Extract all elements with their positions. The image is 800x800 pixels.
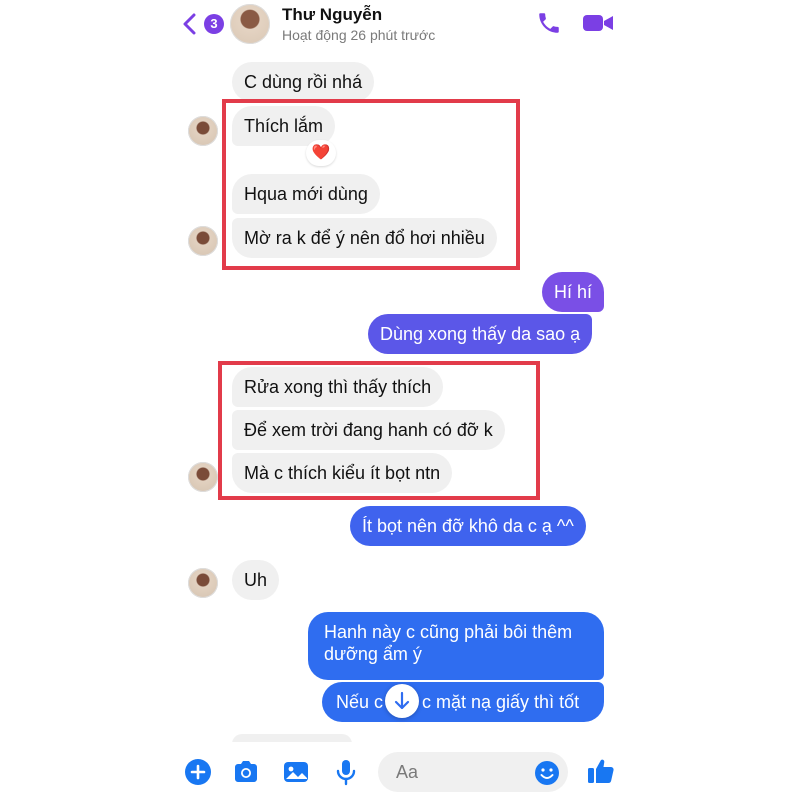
message-line: Hanh này c cũng phải bôi thêm	[324, 622, 573, 642]
incoming-message[interactable]: Rửa xong thì thấy thích	[232, 367, 444, 407]
back-button[interactable]: 3	[180, 10, 230, 38]
arrow-down-icon	[394, 691, 410, 710]
sender-avatar	[188, 116, 218, 146]
image-icon[interactable]	[282, 758, 310, 786]
thumbs-up-icon[interactable]	[586, 756, 616, 786]
outgoing-message[interactable]: Hí hí	[542, 272, 605, 312]
conversation-header: 3 Thư Nguyễn Hoạt động 26 phút trước	[168, 0, 632, 50]
message-composer	[168, 742, 632, 800]
incoming-message[interactable]: Để xem trời đang hanh có đỡ k	[232, 410, 505, 450]
outgoing-message[interactable]: Dùng xong thấy da sao ạ	[368, 314, 593, 354]
sender-avatar	[188, 462, 218, 492]
plus-icon[interactable]	[184, 758, 212, 786]
incoming-message[interactable]: Mờ ra k để ý nên đổ hơi nhiều	[232, 218, 497, 258]
back-chevron-icon	[183, 13, 196, 35]
incoming-message[interactable]: C dùng rồi nhá	[232, 62, 375, 102]
unread-count-badge: 3	[204, 14, 224, 34]
outgoing-message[interactable]: Hanh này c cũng phải bôi thêm dưỡng ẩm ý	[308, 612, 604, 680]
incoming-message[interactable]: Mà c thích kiểu ít bọt ntn	[232, 453, 453, 493]
outgoing-message[interactable]: Nếu c c mặt nạ giấy thì tốt	[322, 682, 604, 722]
phone-icon[interactable]	[536, 10, 562, 36]
message-fragment: c mặt nạ giấy thì tốt	[422, 692, 580, 712]
sender-avatar	[188, 226, 218, 256]
video-camera-icon[interactable]	[582, 10, 614, 36]
microphone-icon[interactable]	[332, 758, 360, 786]
incoming-message[interactable]: Uh	[232, 560, 280, 600]
messenger-conversation: 3 Thư Nguyễn Hoạt động 26 phút trước C d…	[168, 0, 632, 800]
emoji-icon[interactable]	[534, 760, 560, 786]
contact-name[interactable]: Thư Nguyễn	[282, 5, 382, 25]
sender-avatar	[188, 568, 218, 598]
message-line: dưỡng ẩm ý	[324, 644, 422, 664]
contact-avatar[interactable]	[230, 4, 270, 44]
contact-status: Hoạt động 26 phút trước	[282, 27, 436, 43]
outgoing-message[interactable]: Ít bọt nên đỡ khô da c ạ ^^	[350, 506, 586, 546]
scroll-to-bottom-button[interactable]	[385, 684, 419, 718]
message-fragment: Nếu c	[336, 692, 384, 712]
incoming-message[interactable]: Hqua mới dùng	[232, 174, 380, 214]
camera-icon[interactable]	[232, 758, 260, 786]
heart-reaction-icon[interactable]: ❤️	[306, 140, 336, 166]
